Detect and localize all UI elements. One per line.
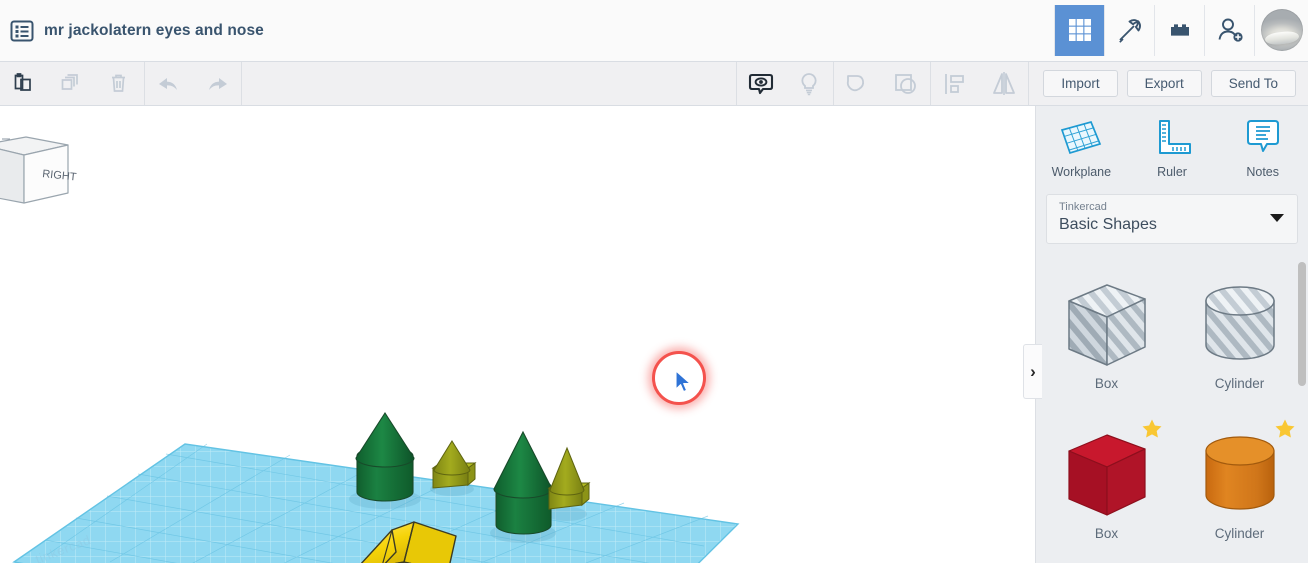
export-button[interactable]: Export [1126, 70, 1202, 97]
workplane-icon [1061, 120, 1102, 155]
header-icon-group [1054, 0, 1308, 62]
import-button[interactable]: Import [1043, 70, 1118, 97]
page-title: mr jackolatern eyes and nose [44, 21, 264, 39]
group-icon[interactable] [834, 62, 882, 105]
notes-tool[interactable]: Notes [1217, 116, 1308, 190]
star-icon [1275, 419, 1295, 438]
shapes-panel: Workplane Ruler Notes Tinkercad Basic Sh… [1035, 106, 1308, 563]
grid-icon[interactable] [1054, 4, 1104, 56]
light-bulb-icon[interactable] [785, 62, 833, 105]
star-icon [1142, 419, 1162, 438]
hole-box-icon [1052, 270, 1162, 380]
paste-icon[interactable] [0, 62, 48, 105]
workplane-label: Workplane [1051, 165, 1112, 179]
file-actions: Import Export Send To [1029, 62, 1308, 105]
notes-icon [1246, 120, 1279, 152]
clipboard-tools [0, 62, 144, 105]
history-tools [145, 62, 241, 105]
ruler-tool[interactable]: Ruler [1127, 116, 1218, 190]
shape-item-solid-box[interactable]: Box [1044, 414, 1169, 563]
copy-icon[interactable] [48, 62, 96, 105]
selector-category: Tinkercad [1059, 201, 1107, 213]
selector-value: Basic Shapes [1059, 216, 1157, 233]
notes-label: Notes [1246, 165, 1279, 179]
shape-grid: Box Cylinder Box Cylinder [1036, 264, 1308, 563]
model-green-eye-1 [355, 411, 415, 502]
panel-tool-row: Workplane Ruler Notes [1036, 106, 1308, 190]
hole-cylinder-icon [1185, 270, 1295, 380]
delete-icon[interactable] [96, 62, 144, 105]
avatar[interactable] [1254, 4, 1308, 56]
model-olive-eye-1 [431, 440, 477, 489]
shape-label: Cylinder [1214, 526, 1265, 541]
redo-icon[interactable] [193, 62, 241, 105]
tinkercad-app: mr jackolatern eyes and nose Import Expo… [0, 0, 1308, 563]
list-menu-icon[interactable] [4, 13, 40, 49]
workplane-scene[interactable] [0, 106, 1035, 563]
align-icon[interactable] [931, 62, 979, 105]
app-header: mr jackolatern eyes and nose [0, 0, 1308, 62]
chevron-down-icon[interactable] [1270, 214, 1284, 222]
align-tools [931, 62, 1028, 105]
shape-item-hole-box[interactable]: Box [1044, 264, 1169, 414]
brick-icon[interactable] [1154, 4, 1204, 56]
show-hide-icon[interactable] [737, 62, 785, 105]
model-olive-eye-2 [547, 446, 591, 510]
shape-library-selector[interactable]: Tinkercad Basic Shapes [1046, 194, 1298, 244]
pickaxe-icon[interactable] [1104, 4, 1154, 56]
ruler-label: Ruler [1157, 165, 1187, 179]
design-canvas[interactable]: RIGHT T [0, 106, 1035, 563]
ruler-icon [1159, 120, 1191, 154]
shape-palette: Box Cylinder Box Cylinder [1036, 256, 1308, 563]
undo-icon[interactable] [145, 62, 193, 105]
view-tools [737, 62, 833, 105]
shape-label: Box [1094, 526, 1119, 541]
shape-label: Box [1094, 376, 1119, 391]
panel-collapse-handle[interactable]: › [1023, 344, 1042, 399]
workplane-tool[interactable]: Workplane [1036, 116, 1127, 190]
shape-item-solid-cylinder[interactable]: Cylinder [1177, 414, 1302, 563]
send-to-button[interactable]: Send To [1210, 70, 1296, 97]
group-tools [834, 62, 930, 105]
model-green-eye-2 [493, 430, 553, 535]
edit-toolbar: Import Export Send To [0, 62, 1308, 106]
mirror-icon[interactable] [979, 62, 1028, 105]
shape-label: Cylinder [1214, 376, 1265, 391]
add-person-icon[interactable] [1204, 4, 1254, 56]
ungroup-icon[interactable] [882, 62, 930, 105]
avatar-image [1260, 9, 1303, 51]
shape-item-hole-cylinder[interactable]: Cylinder [1177, 264, 1302, 414]
